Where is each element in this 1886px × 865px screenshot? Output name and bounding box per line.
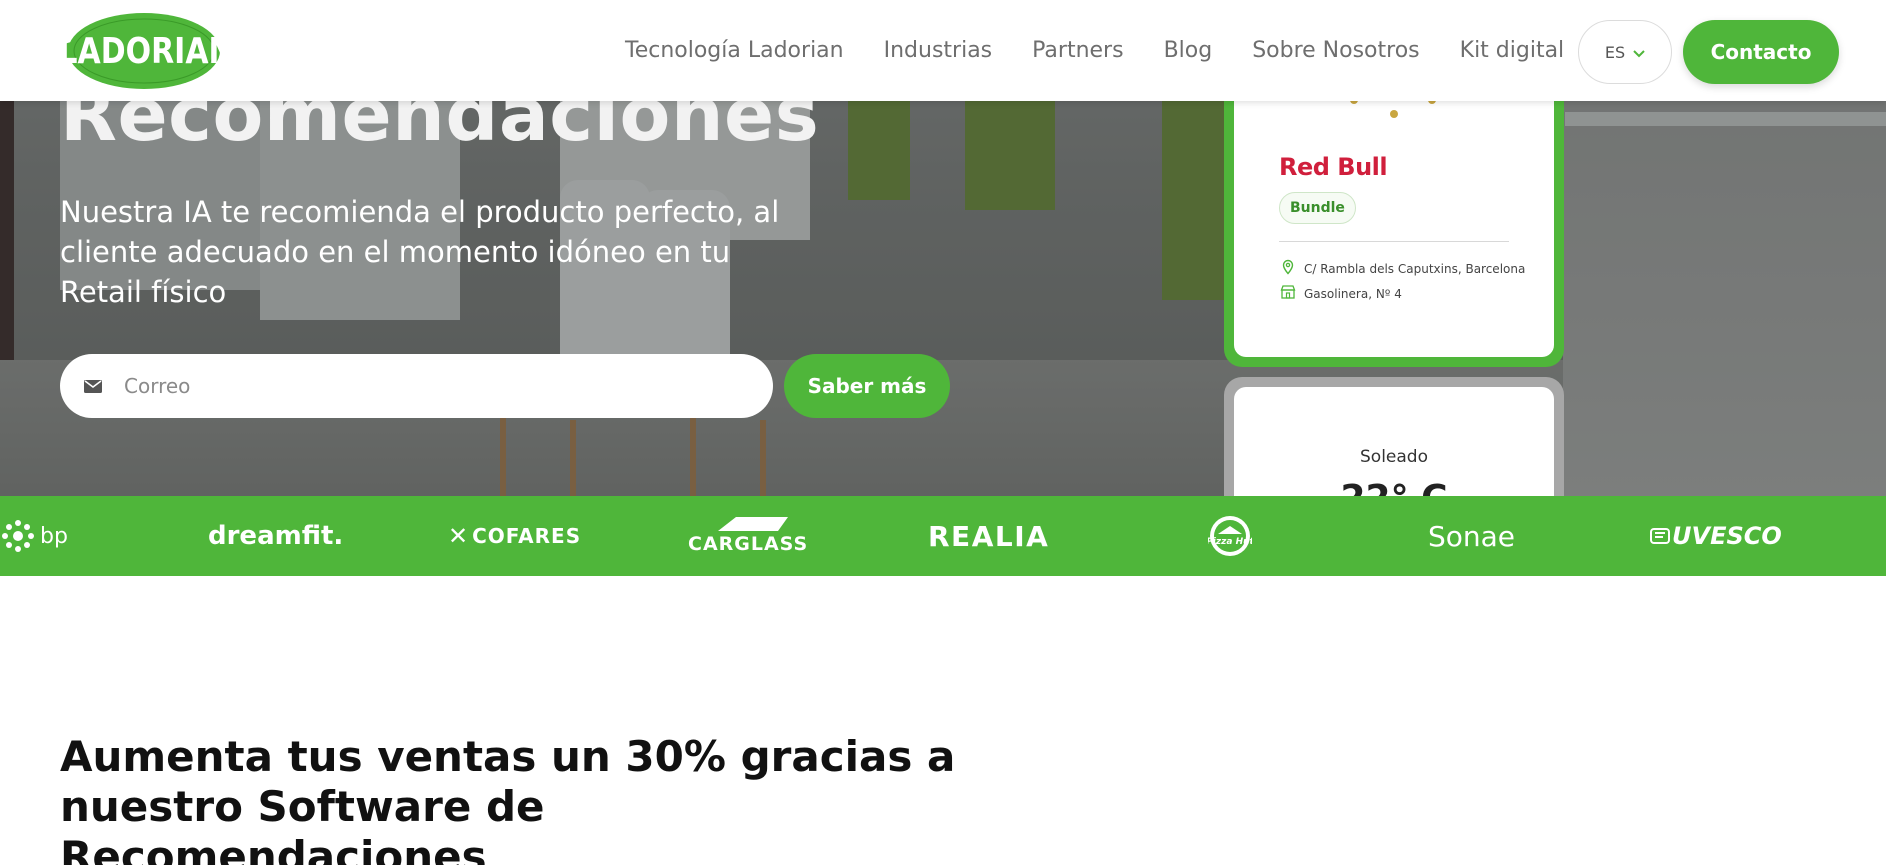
svg-text:LADORIAN: LADORIAN	[60, 29, 222, 71]
section-title: Aumenta tus ventas un 30% gracias a nues…	[60, 732, 956, 865]
weather-condition: Soleado	[1360, 447, 1428, 467]
brand-name: CARGLASS	[688, 533, 809, 555]
bundle-badge: Bundle	[1279, 192, 1356, 224]
uvesco-icon	[1650, 528, 1670, 544]
decorative-dot	[1390, 110, 1398, 118]
hero-subtitle: Nuestra IA te recomienda el producto per…	[60, 195, 780, 309]
brand-logo-pizzahut: Pizza Hut	[1208, 496, 1252, 576]
product-recommendation-card	[1224, 60, 1564, 367]
site-header: LADORIAN Tecnología Ladorian Industrias …	[0, 0, 1886, 101]
contacto-button[interactable]: Contacto	[1683, 20, 1839, 84]
language-selector[interactable]: ES	[1578, 20, 1672, 84]
location-pin-icon	[1280, 259, 1296, 278]
main-nav: Tecnología Ladorian Industrias Partners …	[625, 0, 1604, 101]
store-row: Gasolinera, Nº 4	[1280, 284, 1402, 303]
nav-tecnologia[interactable]: Tecnología Ladorian	[625, 38, 844, 63]
brand-logo-bp: bp	[0, 496, 68, 576]
email-input[interactable]	[124, 374, 724, 398]
chevron-down-icon	[1633, 43, 1645, 62]
cofares-x-icon: ✕	[448, 522, 469, 550]
brand-logo-carglass: CARGLASS	[688, 496, 808, 576]
svg-text:Pizza Hut: Pizza Hut	[1208, 537, 1252, 547]
brand-logo-sonae: Sonae	[1428, 519, 1516, 553]
language-label: ES	[1604, 42, 1626, 62]
address-row: C/ Rambla dels Caputxins, Barcelona	[1280, 259, 1525, 278]
brand-logo-cofares: ✕ COFARES	[448, 496, 581, 576]
saber-mas-button[interactable]: Saber más	[784, 354, 950, 418]
ladorian-logo[interactable]: LADORIAN	[58, 10, 234, 92]
carglass-stripes-icon	[718, 517, 789, 531]
store-icon	[1280, 284, 1296, 303]
store-text: Gasolinera, Nº 4	[1304, 286, 1402, 301]
nav-industrias[interactable]: Industrias	[884, 38, 993, 63]
brand-name: bp	[40, 523, 68, 549]
brand-name: UVESCO	[1672, 522, 1782, 550]
nav-sobre-nosotros[interactable]: Sobre Nosotros	[1252, 38, 1419, 63]
nav-partners[interactable]: Partners	[1032, 38, 1123, 63]
envelope-icon	[84, 379, 102, 393]
email-field[interactable]	[60, 354, 773, 418]
nav-kit-digital[interactable]: Kit digital	[1460, 38, 1565, 63]
address-text: C/ Rambla dels Caputxins, Barcelona	[1304, 261, 1526, 276]
brand-name: COFARES	[472, 524, 582, 548]
card-divider	[1279, 241, 1509, 242]
redbull-logo: Red Bull	[1279, 153, 1388, 181]
bp-helios-icon	[2, 520, 34, 552]
pizzahut-icon: Pizza Hut	[1208, 516, 1252, 556]
brand-logo-dreamfit: dreamfit.	[208, 521, 344, 551]
nav-blog[interactable]: Blog	[1164, 38, 1213, 63]
brand-logo-uvesco: UVESCO	[1650, 496, 1782, 576]
brand-logo-realia: REALIA	[928, 519, 1050, 553]
